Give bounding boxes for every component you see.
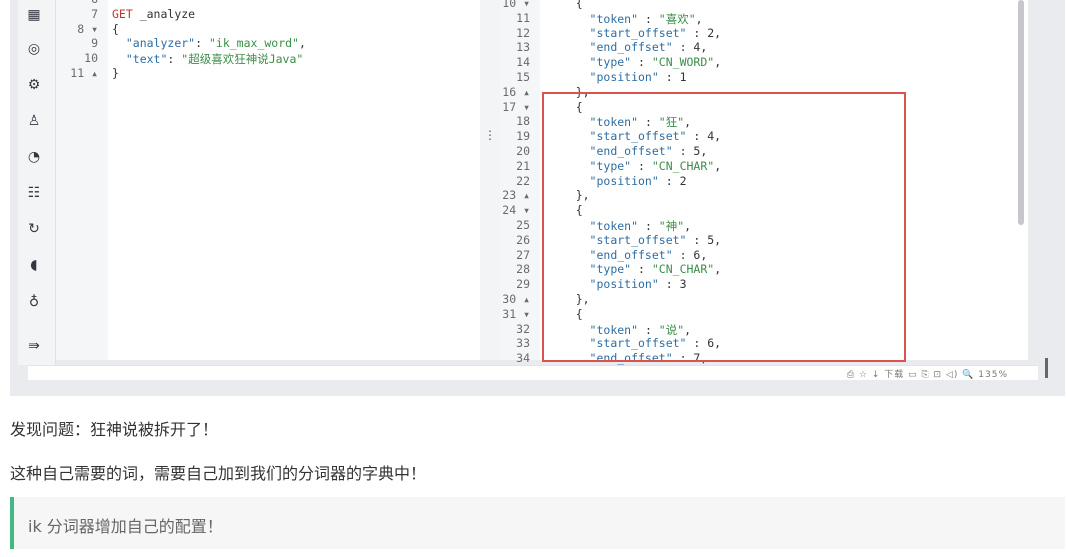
- line-number: 18: [516, 114, 530, 129]
- line-number: 7: [91, 6, 98, 21]
- response-scrollbar[interactable]: [1018, 0, 1024, 225]
- code-line: {: [112, 21, 119, 36]
- line-number: 11 ▴: [70, 66, 98, 80]
- collapse-icon[interactable]: ⇛: [25, 337, 43, 355]
- line-number: 12: [516, 25, 530, 40]
- line-number: 30 ▴: [502, 292, 530, 306]
- line-number: 15: [516, 70, 530, 84]
- dashboard-icon[interactable]: ▦: [25, 6, 43, 24]
- line-number: 8 ▾: [77, 21, 98, 36]
- line-number: 29: [516, 277, 530, 292]
- line-number: 6: [58, 0, 98, 6]
- code-line: "start_offset" : 2,: [589, 25, 722, 40]
- response-scroll-track[interactable]: [1028, 0, 1038, 365]
- blockquote: ik 分词器增加自己的配置！: [10, 497, 1065, 549]
- line-number: 13: [516, 40, 530, 55]
- blockquote-text: ik 分词器增加自己的配置！: [28, 517, 223, 536]
- code-line: "position" : 1: [589, 70, 687, 84]
- siem-icon[interactable]: ↻: [25, 220, 43, 238]
- code-line: "end_offset" : 4,: [589, 40, 708, 55]
- toolbar-controls[interactable]: ⎙ ☆ ↓ 下载 ▭ ⎘ ⊡ ◁) 🔍 135%: [847, 367, 1008, 380]
- users-icon[interactable]: ♙: [25, 112, 43, 130]
- monitoring-icon[interactable]: ◖: [25, 256, 43, 274]
- line-number: 34: [516, 351, 530, 366]
- line-number: 26: [516, 232, 530, 247]
- code-line: {: [548, 0, 583, 10]
- line-number: 10 ▾: [502, 0, 530, 10]
- line-number: 9: [91, 36, 98, 51]
- ml-icon[interactable]: ⚙: [25, 76, 43, 94]
- line-number: 10: [84, 51, 98, 66]
- maps-icon[interactable]: ◎: [25, 40, 43, 58]
- article-paragraph-1: 发现问题：狂神说被拆开了！: [10, 420, 219, 439]
- code-line: "token" : "喜欢",: [589, 11, 703, 26]
- line-number: 32: [516, 321, 530, 336]
- line-number: 21: [516, 158, 530, 173]
- line-number: 20: [516, 144, 530, 158]
- line-number: 14: [516, 55, 530, 70]
- code-line: "type" : "CN_WORD",: [589, 55, 722, 70]
- line-number: 28: [516, 262, 530, 277]
- line-number: 31 ▾: [502, 306, 530, 321]
- apm-icon[interactable]: ◔: [25, 148, 43, 166]
- code-line: "analyzer": "ik_max_word",: [125, 36, 306, 51]
- code-line: "text": "超级喜欢狂神说Java": [125, 52, 304, 67]
- code-line: GET _analyze: [112, 6, 196, 21]
- line-number: 16 ▴: [502, 84, 530, 99]
- line-number: 22: [516, 173, 530, 188]
- line-number: 23 ▴: [502, 188, 530, 203]
- devtools-icon[interactable]: ♁: [25, 293, 43, 311]
- line-number: 17 ▾: [502, 99, 530, 114]
- line-number: 19: [516, 129, 530, 144]
- highlight-box: [542, 92, 906, 362]
- uptime-icon[interactable]: ☷: [25, 184, 43, 202]
- line-number: 24 ▾: [502, 203, 530, 218]
- viewer-toolbar: ⎙ ☆ ↓ 下载 ▭ ⎘ ⊡ ◁) 🔍 135%: [28, 365, 1038, 380]
- line-number: 11: [516, 10, 530, 25]
- article-paragraph-2: 这种自己需要的词，需要自己加到我们的分词器的字典中！: [10, 464, 427, 483]
- window-edge: [1045, 358, 1048, 378]
- line-number: 27: [516, 247, 530, 262]
- line-number: 25: [516, 218, 530, 232]
- line-number: 33: [516, 336, 530, 351]
- code-line: }: [112, 66, 119, 80]
- kibana-sidebar: ▦ ◎ ⚙ ♙ ◔ ☷ ↻ ◖ ♁ ⇛: [18, 0, 56, 365]
